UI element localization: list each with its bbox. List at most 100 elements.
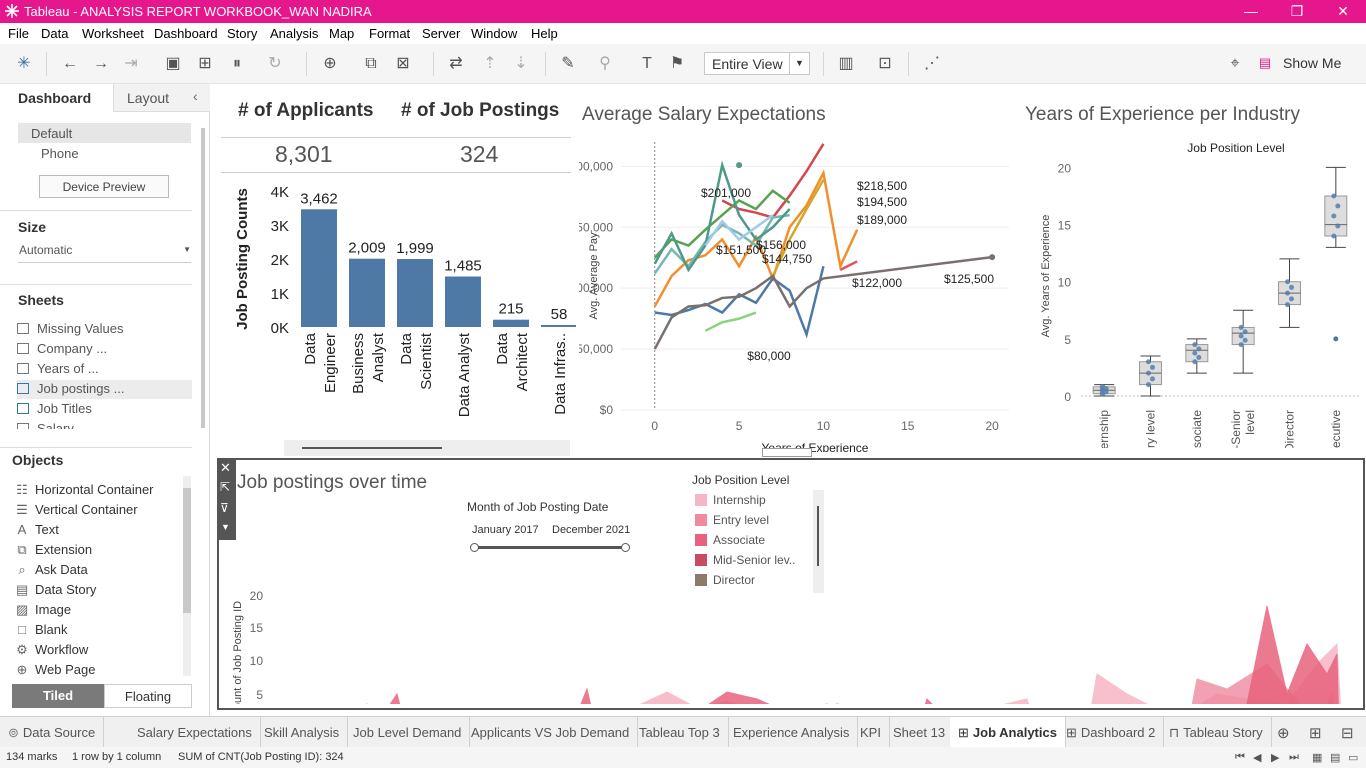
container-handle[interactable] [762, 448, 812, 457]
object-data-story[interactable]: ▤ Data Story [16, 582, 96, 598]
tab-skill-analysis[interactable]: Skill Analysis [256, 717, 349, 748]
legend-list[interactable]: Internship Entry level Associate Mid-Sen… [692, 490, 824, 593]
device-preview-button[interactable]: Device Preview [39, 175, 169, 198]
fix-axes-icon[interactable]: ⚑ [666, 53, 688, 75]
job-posting-counts-chart[interactable]: Job Posting Counts 4K3K2K1K0K3,462Data Eng… [221, 179, 576, 441]
menu-file[interactable]: File [8, 26, 29, 41]
pin-icon[interactable]: ⌖ [1224, 53, 1246, 75]
show-labels-icon[interactable]: T [636, 53, 658, 75]
new-data-source-icon[interactable]: ⊞ [194, 53, 216, 75]
experience-box-plot[interactable]: Job Position Level 20 15 10 5 0 Avg. Years of … [1023, 136, 1363, 448]
show-cards-icon[interactable]: ▥ [835, 53, 857, 75]
slider-end-handle[interactable] [621, 543, 630, 552]
bar-chart-scrollbar[interactable] [284, 440, 570, 456]
sheet-sorter-icon[interactable]: ▦ [1312, 751, 1322, 764]
redo-icon[interactable]: → [90, 53, 112, 75]
tab-job-analytics[interactable]: ⊞ Job Analytics [950, 717, 1066, 748]
device-default[interactable]: Default [18, 123, 191, 143]
minimize-button[interactable]: — [1228, 0, 1274, 23]
new-story-tab-icon[interactable]: ⊟ [1341, 724, 1354, 742]
object-text[interactable]: A Text [16, 522, 59, 537]
sheet-item[interactable]: Job Titles [17, 401, 92, 416]
undo-icon[interactable]: ← [59, 53, 81, 75]
tab-experience-analysis[interactable]: Experience Analysis [725, 717, 859, 748]
legend-item[interactable]: Director [695, 572, 755, 587]
salary-line-chart[interactable]: $200,000$150,000$100,000$50,000$00510152… [579, 132, 1019, 452]
tab-job-level-demand[interactable]: Job Level Demand [345, 717, 471, 748]
new-worksheet-icon[interactable]: ⊕ [319, 53, 341, 75]
new-worksheet-tab-icon[interactable]: ⊕ [1277, 724, 1290, 742]
device-phone[interactable]: Phone [41, 146, 79, 161]
highlight-icon[interactable]: ✎ [557, 53, 579, 75]
clear-sheet-icon[interactable]: ⊠ [392, 53, 414, 75]
sheet-item[interactable]: Job postings ... [17, 381, 124, 396]
size-select[interactable]: Automatic ▼ [18, 241, 191, 263]
close-window-button[interactable]: ✕ [1320, 0, 1366, 23]
menu-server[interactable]: Server [422, 26, 460, 41]
replay-icon[interactable]: ⇥ [120, 53, 142, 75]
tab-data-source[interactable]: ⊚ Data Source [0, 717, 105, 748]
tab-tableau-top-3[interactable]: Tableau Top 3 [631, 717, 729, 748]
sheet-item[interactable]: Company ... [17, 341, 107, 356]
tiled-toggle[interactable]: Tiled [12, 684, 104, 708]
legend-item[interactable]: Mid-Senior lev.. [695, 552, 795, 567]
menu-dashboard[interactable]: Dashboard [154, 26, 218, 41]
refresh-icon[interactable]: ↻ [264, 53, 286, 75]
sheet-item[interactable]: Missing Values [17, 321, 123, 336]
first-page-icon[interactable]: ⏮ [1235, 751, 1245, 764]
duplicate-icon[interactable]: ⧉ [360, 53, 382, 75]
tab-view-icon[interactable]: ▭ [1348, 751, 1358, 764]
sort-ascending-icon[interactable]: ⇡ [479, 53, 501, 75]
tab-applicants-vs-job-demand[interactable]: Applicants VS Job Demand [463, 717, 639, 748]
prev-page-icon[interactable]: ◀ [1253, 751, 1261, 764]
object-ask-data[interactable]: ⌕ Ask Data [16, 562, 87, 578]
sheet-item[interactable]: Salary [17, 421, 74, 429]
last-page-icon[interactable]: ⏭ [1289, 751, 1299, 764]
slider-start-handle[interactable] [470, 543, 479, 552]
new-dashboard-tab-icon[interactable]: ⊞ [1309, 724, 1322, 742]
floating-toggle[interactable]: Floating [104, 684, 192, 708]
next-page-icon[interactable]: ▶ [1271, 751, 1279, 764]
tab-sheet-13[interactable]: Sheet 13 [885, 717, 955, 748]
group-members-icon[interactable]: ⚲ [594, 53, 616, 75]
menu-map[interactable]: Map [329, 26, 354, 41]
sort-descending-icon[interactable]: ⇣ [510, 53, 532, 75]
object-extension[interactable]: ⧉ Extension [16, 542, 92, 558]
share-icon[interactable]: ⋰ [921, 53, 943, 75]
go-to-sheet-icon[interactable]: ⇱ [220, 480, 230, 494]
menu-format[interactable]: Format [369, 26, 410, 41]
legend-scrollbar[interactable] [813, 490, 824, 593]
objects-scrollbar[interactable] [183, 476, 191, 676]
show-me-icon[interactable]: ▤ [1256, 55, 1274, 71]
object-web-page[interactable]: ⊕ Web Page [16, 662, 96, 678]
tab-dashboard[interactable]: Dashboard [0, 84, 113, 112]
object-image[interactable]: ▨ Image [16, 602, 71, 618]
object-blank[interactable]: □ Blank [16, 622, 67, 637]
menu-data[interactable]: Data [41, 26, 68, 41]
remove-icon[interactable]: ✕ [220, 460, 231, 476]
filmstrip-icon[interactable]: ▤ [1330, 751, 1340, 764]
tab-tableau-story[interactable]: ⊓ Tableau Story [1161, 717, 1272, 748]
legend-item[interactable]: Entry level [695, 512, 769, 527]
menu-story[interactable]: Story [227, 26, 257, 41]
legend-item[interactable]: Associate [695, 532, 765, 547]
tableau-home-icon[interactable]: ✳ [13, 53, 35, 75]
save-icon[interactable]: ▣ [162, 53, 184, 75]
restore-button[interactable]: ❐ [1274, 0, 1320, 23]
menu-window[interactable]: Window [471, 26, 517, 41]
menu-help[interactable]: Help [531, 26, 558, 41]
pause-updates-icon[interactable]: ⏸ [226, 53, 248, 75]
object-vertical-container[interactable]: ☰ Vertical Container [16, 502, 137, 518]
fit-view-select[interactable]: Entire View ▼ [704, 52, 810, 75]
swap-icon[interactable]: ⇄ [445, 53, 467, 75]
sheet-item[interactable]: Years of ... [17, 361, 99, 376]
date-range-slider[interactable] [475, 546, 627, 549]
presentation-mode-icon[interactable]: ⊡ [874, 53, 896, 75]
object-horizontal-container[interactable]: ☷ Horizontal Container [16, 482, 153, 498]
menu-worksheet[interactable]: Worksheet [82, 26, 144, 41]
object-workflow[interactable]: ⚙ Workflow [16, 642, 88, 658]
pane-scrollbar[interactable] [201, 128, 205, 428]
collapse-pane-icon[interactable]: ‹ [193, 88, 198, 104]
tab-dashboard-2[interactable]: ⊞ Dashboard 2 [1058, 717, 1165, 748]
legend-item[interactable]: Internship [695, 492, 766, 507]
